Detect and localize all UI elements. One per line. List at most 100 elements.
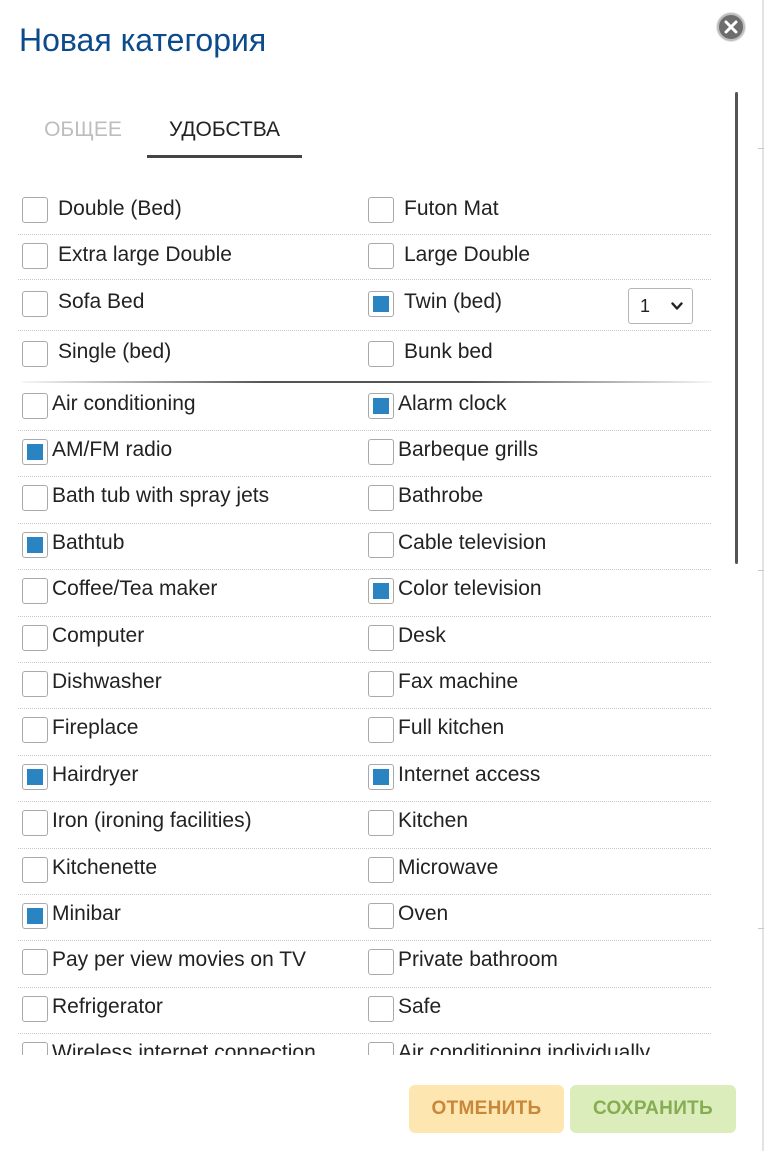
amenity-option[interactable]: Fax machine	[364, 662, 711, 708]
checkbox[interactable]	[22, 1042, 48, 1055]
amenity-label: AM/FM radio	[52, 438, 173, 461]
bed-option[interactable]: Bunk bed	[364, 330, 711, 376]
amenity-option[interactable]: Full kitchen	[364, 708, 711, 755]
bed-option[interactable]: Double (Bed)	[18, 185, 358, 234]
checkbox[interactable]	[22, 532, 48, 558]
bed-label: Sofa Bed	[58, 290, 145, 313]
checkbox[interactable]	[22, 625, 48, 651]
amenity-option[interactable]: AM/FM radio	[18, 430, 358, 476]
checkbox[interactable]	[22, 671, 48, 697]
bed-option[interactable]: Futon Mat	[364, 185, 711, 234]
amenity-option[interactable]: Desk	[364, 616, 711, 662]
amenity-row: Refrigerator Safe	[18, 987, 711, 1034]
checkbox[interactable]	[368, 243, 394, 269]
bed-option[interactable]: Single (bed)	[18, 330, 358, 376]
checkbox[interactable]	[22, 393, 48, 419]
bed-option[interactable]: Twin (bed)	[364, 279, 634, 330]
bed-option[interactable]: Large Double	[364, 234, 711, 279]
amenity-option[interactable]: Kitchen	[364, 801, 711, 848]
tab-general[interactable]: ОБЩЕЕ	[43, 110, 123, 156]
checkbox[interactable]	[22, 903, 48, 929]
amenity-option[interactable]: Pay per view movies on TV	[18, 940, 358, 987]
amenity-row: AM/FM radio Barbeque grills	[18, 430, 711, 477]
amenity-option[interactable]: Barbeque grills	[364, 430, 711, 476]
amenity-label: Computer	[52, 624, 145, 647]
checkbox[interactable]	[22, 717, 48, 743]
amenity-option[interactable]: Bath tub with spray jets	[18, 476, 358, 523]
checkbox[interactable]	[368, 996, 394, 1022]
checkbox[interactable]	[368, 903, 394, 929]
checkbox[interactable]	[22, 439, 48, 465]
amenity-option[interactable]: Coffee/Tea maker	[18, 569, 358, 616]
amenity-option[interactable]: Color television	[364, 569, 711, 616]
amenity-option[interactable]: Cable television	[364, 523, 711, 569]
checkbox[interactable]	[22, 243, 48, 269]
amenity-option[interactable]: Alarm clock	[364, 384, 711, 430]
amenity-label: Minibar	[52, 902, 121, 925]
checkbox[interactable]	[22, 810, 48, 836]
amenity-option[interactable]: Fireplace	[18, 708, 358, 755]
amenity-option[interactable]: Microwave	[364, 848, 711, 894]
amenity-option[interactable]: Bathtub	[18, 523, 358, 569]
checkbox[interactable]	[22, 341, 48, 367]
tab-amenities[interactable]: УДОБСТВА	[147, 110, 302, 156]
checkbox[interactable]	[22, 578, 48, 604]
amenity-option[interactable]: Internet access	[364, 755, 711, 801]
checkbox[interactable]	[368, 291, 394, 317]
checkbox[interactable]	[368, 341, 394, 367]
amenity-option[interactable]: Wireless internet connection	[18, 1033, 358, 1055]
amenity-label: Cable television	[398, 531, 547, 554]
amenity-option[interactable]: Iron (ironing facilities)	[18, 801, 358, 848]
checkbox[interactable]	[368, 1042, 394, 1055]
checkbox[interactable]	[22, 857, 48, 883]
checkbox[interactable]	[368, 439, 394, 465]
bed-option[interactable]: Sofa Bed	[18, 279, 358, 330]
scrollbar-thumb[interactable]	[735, 92, 738, 564]
amenity-label: Kitchen	[398, 809, 469, 832]
amenity-label: Private bathroom	[398, 948, 558, 971]
amenity-option[interactable]: Minibar	[18, 894, 358, 940]
bed-label: Double (Bed)	[58, 197, 182, 220]
checkbox[interactable]	[368, 764, 394, 790]
amenity-option[interactable]: Oven	[364, 894, 711, 940]
close-button[interactable]	[717, 13, 745, 41]
checkbox[interactable]	[22, 949, 48, 975]
checkbox[interactable]	[368, 810, 394, 836]
edge-tick	[758, 570, 764, 571]
amenity-option[interactable]: Hairdryer	[18, 755, 358, 801]
amenity-option[interactable]: Computer	[18, 616, 358, 662]
checkbox[interactable]	[22, 996, 48, 1022]
checkbox[interactable]	[368, 671, 394, 697]
checkbox[interactable]	[22, 197, 48, 223]
amenity-option[interactable]: Air conditioning individually	[364, 1033, 711, 1055]
checkbox[interactable]	[368, 578, 394, 604]
checkbox[interactable]	[368, 197, 394, 223]
amenity-label: Microwave	[398, 856, 499, 879]
checkbox[interactable]	[368, 717, 394, 743]
amenity-label: Pay per view movies on TV	[52, 948, 307, 971]
checkbox[interactable]	[368, 949, 394, 975]
amenity-row: Computer Desk	[18, 616, 711, 663]
cancel-button[interactable]: ОТМЕНИТЬ	[409, 1085, 564, 1133]
bed-row: Double (Bed) Futon Mat	[18, 185, 711, 235]
checkbox[interactable]	[368, 532, 394, 558]
amenity-option[interactable]: Refrigerator	[18, 987, 358, 1033]
checkbox[interactable]	[368, 393, 394, 419]
bed-quantity-select[interactable]: 1	[628, 288, 693, 324]
checkbox[interactable]	[368, 625, 394, 651]
amenity-option[interactable]: Dishwasher	[18, 662, 358, 708]
checkbox[interactable]	[22, 291, 48, 317]
checkbox[interactable]	[368, 857, 394, 883]
save-button[interactable]: СОХРАНИТЬ	[570, 1085, 736, 1133]
checkbox[interactable]	[22, 764, 48, 790]
amenity-option[interactable]: Air conditioning	[18, 384, 358, 430]
amenity-option[interactable]: Kitchenette	[18, 848, 358, 894]
amenity-option[interactable]: Safe	[364, 987, 711, 1033]
checkbox[interactable]	[22, 485, 48, 511]
amenity-row: Hairdryer Internet access	[18, 755, 711, 802]
checkbox[interactable]	[368, 485, 394, 511]
amenity-option[interactable]: Private bathroom	[364, 940, 711, 987]
amenity-row: Iron (ironing facilities) Kitchen	[18, 801, 711, 849]
bed-option[interactable]: Extra large Double	[18, 234, 358, 279]
amenity-option[interactable]: Bathrobe	[364, 476, 711, 523]
